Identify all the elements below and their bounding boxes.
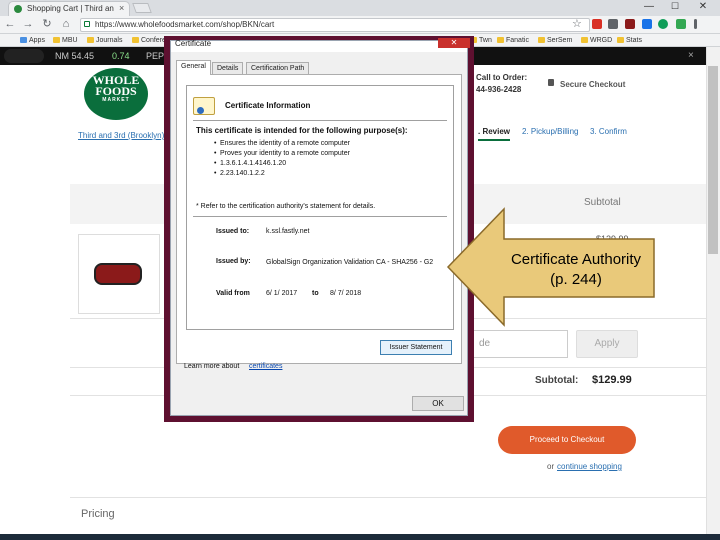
certificate-info-title: Certificate Information	[225, 101, 311, 110]
bookmark-apps[interactable]: Apps	[20, 35, 45, 46]
taskbar	[0, 534, 720, 540]
ticker-close-icon[interactable]: ×	[688, 47, 694, 65]
purpose-heading: This certificate is intended for the fol…	[196, 126, 408, 135]
extension-icon[interactable]	[608, 19, 618, 29]
padlock-icon	[548, 79, 554, 86]
purpose-item: 2.23.140.1.2.2	[214, 169, 444, 179]
favicon-icon	[14, 5, 22, 13]
browser-tab[interactable]: Shopping Cart | Third an ×	[8, 1, 130, 16]
whole-foods-logo[interactable]: WHOLE FOODS MARKET	[84, 68, 148, 120]
issued-to-label: Issued to:	[216, 228, 250, 235]
subtotal-label: Subtotal:	[535, 375, 579, 386]
valid-to-value: 8/ 7/ 2018	[330, 290, 362, 297]
bookmark-item[interactable]: Fanatic	[497, 35, 529, 46]
menu-icon[interactable]	[694, 19, 697, 29]
learn-more-text: Learn more about	[184, 363, 240, 370]
bookmark-item[interactable]: Conferences	[132, 35, 166, 46]
issued-by-label: Issued by:	[216, 258, 251, 265]
issued-by-value: GlobalSign Organization Validation CA - …	[266, 259, 434, 266]
purpose-list: Ensures the identity of a remote compute…	[214, 139, 444, 179]
bookmark-item[interactable]: Stats	[617, 35, 642, 46]
globe-icon	[4, 49, 44, 63]
ticker-symbol: PEP	[146, 51, 165, 61]
window-close-button[interactable]: ✕	[692, 1, 714, 15]
home-icon[interactable]: ⌂	[59, 17, 73, 32]
callout-line: Certificate Authority	[510, 251, 642, 268]
new-tab-button[interactable]	[132, 3, 152, 13]
tab-close-icon[interactable]: ×	[119, 2, 124, 15]
reload-icon[interactable]: ↻	[40, 17, 54, 32]
or-text: or	[547, 462, 555, 471]
certificate-footnote: * Refer to the certification authority's…	[196, 203, 376, 210]
bookmark-item[interactable]: Journals	[87, 35, 122, 46]
lock-icon[interactable]	[84, 21, 90, 27]
extension-icon[interactable]	[592, 19, 602, 29]
step-pickup-billing[interactable]: 2. Pickup/Billing	[522, 127, 578, 136]
issued-to-value: k.ssl.fastly.net	[266, 228, 310, 235]
secure-checkout-label: Secure Checkout	[560, 80, 626, 89]
bookmark-item[interactable]: SerSem	[538, 35, 572, 46]
extension-icon[interactable]	[676, 19, 686, 29]
maximize-button[interactable]: ☐	[666, 1, 684, 15]
divider	[70, 497, 706, 498]
logo-line: FOODS	[95, 84, 137, 98]
valid-from-label: Valid from	[216, 290, 250, 297]
bookmark-item[interactable]: WRGD	[581, 35, 612, 46]
minimize-button[interactable]: —	[640, 1, 658, 15]
dialog-close-button[interactable]: ✕	[438, 38, 470, 48]
certificates-link[interactable]: certificates	[249, 363, 282, 370]
bookmark-item[interactable]: MBU	[53, 35, 78, 46]
back-icon[interactable]: ←	[3, 17, 17, 32]
divider	[193, 216, 447, 217]
tab-general[interactable]: General	[176, 60, 211, 75]
certificate-icon	[193, 97, 215, 115]
extension-icon[interactable]	[658, 19, 668, 29]
extension-icon[interactable]	[625, 19, 635, 29]
certificate-seal-icon	[197, 107, 204, 114]
extension-icon[interactable]	[642, 19, 652, 29]
forward-icon[interactable]: →	[21, 17, 35, 32]
dialog-title: Certificate	[175, 39, 212, 48]
callout-label: Certificate Authority (p. 244)	[496, 250, 656, 290]
purpose-item: 1.3.6.1.4.1.4146.1.20	[214, 159, 444, 169]
ticker-value: NM 54.45	[55, 51, 95, 61]
proceed-to-checkout-button[interactable]: Proceed to Checkout	[498, 426, 636, 454]
tab-title: Shopping Cart | Third an	[27, 4, 114, 13]
logo-line: MARKET	[102, 97, 130, 103]
purpose-item: Proves your identity to a remote compute…	[214, 149, 444, 159]
valid-from-value: 6/ 1/ 2017	[266, 290, 298, 297]
valid-to-label: to	[312, 290, 319, 297]
step-confirm[interactable]: 3. Confirm	[590, 127, 627, 136]
step-review: . Review	[478, 127, 511, 141]
purpose-item: Ensures the identity of a remote compute…	[214, 139, 444, 149]
phone-number: 44-936-2428	[476, 85, 522, 94]
divider	[193, 120, 447, 121]
callout-line: (p. 244)	[550, 271, 602, 288]
ticker-change: 0.74	[112, 51, 130, 61]
call-to-order-label: Call to Order:	[476, 73, 528, 82]
continue-shopping-link[interactable]: continue shopping	[557, 462, 622, 471]
subtotal-value: $129.99	[592, 374, 632, 386]
store-link[interactable]: Third and 3rd (Brooklyn)	[78, 131, 164, 140]
bookmark-star-icon[interactable]: ☆	[572, 17, 582, 30]
promo-code-input[interactable]: de	[466, 330, 568, 358]
apply-button[interactable]: Apply	[576, 330, 638, 358]
issuer-statement-button[interactable]: Issuer Statement	[380, 340, 452, 355]
pricing-heading: Pricing	[81, 508, 115, 520]
product-photo	[94, 263, 142, 285]
dialog-titlebar	[171, 41, 467, 52]
address-bar[interactable]: https://www.wholefoodsmarket.com/shop/BK…	[80, 18, 590, 32]
ok-button[interactable]: OK	[412, 396, 464, 411]
scrollbar-thumb[interactable]	[708, 66, 718, 254]
